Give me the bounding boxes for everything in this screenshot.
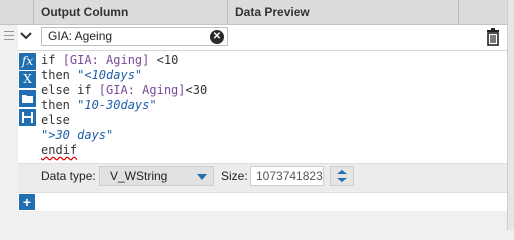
header-data-preview[interactable]: Data Preview [228,0,458,24]
code-line: else if [GIA: Aging]<30 [41,83,207,98]
size-label: Size: [221,169,248,183]
header-separator [33,0,34,24]
drag-handle-icon [4,39,14,40]
code-token: <30 [185,83,208,97]
add-field-button[interactable]: + [19,194,35,210]
code-line: if [GIA: Aging] <10 [41,53,207,68]
code-line: then "<10days" [41,68,207,83]
code-line: else [41,113,207,128]
row-gutter [0,25,18,230]
code-token: else [41,113,70,127]
open-folder-icon[interactable] [19,90,36,107]
code-token: [GIA: Aging] [98,83,186,97]
variable-icon[interactable]: X [19,71,36,88]
add-row [18,192,507,211]
size-spinner[interactable] [330,166,354,186]
output-field-select[interactable]: GIA: Ageing [41,27,228,46]
header-separator[interactable] [458,0,459,24]
code-token: [GIA: Aging] [62,53,150,67]
code-token: if [41,53,63,67]
code-token: endif [41,143,78,157]
size-input[interactable]: 1073741823 [250,166,324,186]
code-token: <10 [149,53,179,67]
drag-handle-icon[interactable] [4,31,14,32]
spinner-arrows-icon[interactable] [331,167,353,185]
drag-handle-icon [4,35,14,36]
code-token: then [41,98,78,112]
clear-icon[interactable]: ✕ [210,30,224,44]
code-line: endif [41,143,207,158]
expression-code[interactable]: if [GIA: Aging] <10 then "<10days" else if… [41,53,207,158]
code-line: then "10-30days" [41,98,207,113]
dropdown-arrow-icon[interactable] [197,174,207,180]
scrollbar[interactable] [507,0,514,230]
code-token: ">30 days" [41,128,114,142]
code-token: else if [41,83,99,97]
chevron-down-icon[interactable] [20,32,32,40]
code-token: "10-30days" [77,98,157,112]
function-icon[interactable]: fx [19,53,36,70]
data-type-label: Data type: [41,169,96,183]
trash-icon[interactable] [486,28,500,46]
header-output-column[interactable]: Output Column [34,0,227,24]
code-token: then [41,68,78,82]
code-line: ">30 days" [41,128,207,143]
save-icon[interactable] [19,109,36,126]
code-token: "<10days" [77,68,143,82]
